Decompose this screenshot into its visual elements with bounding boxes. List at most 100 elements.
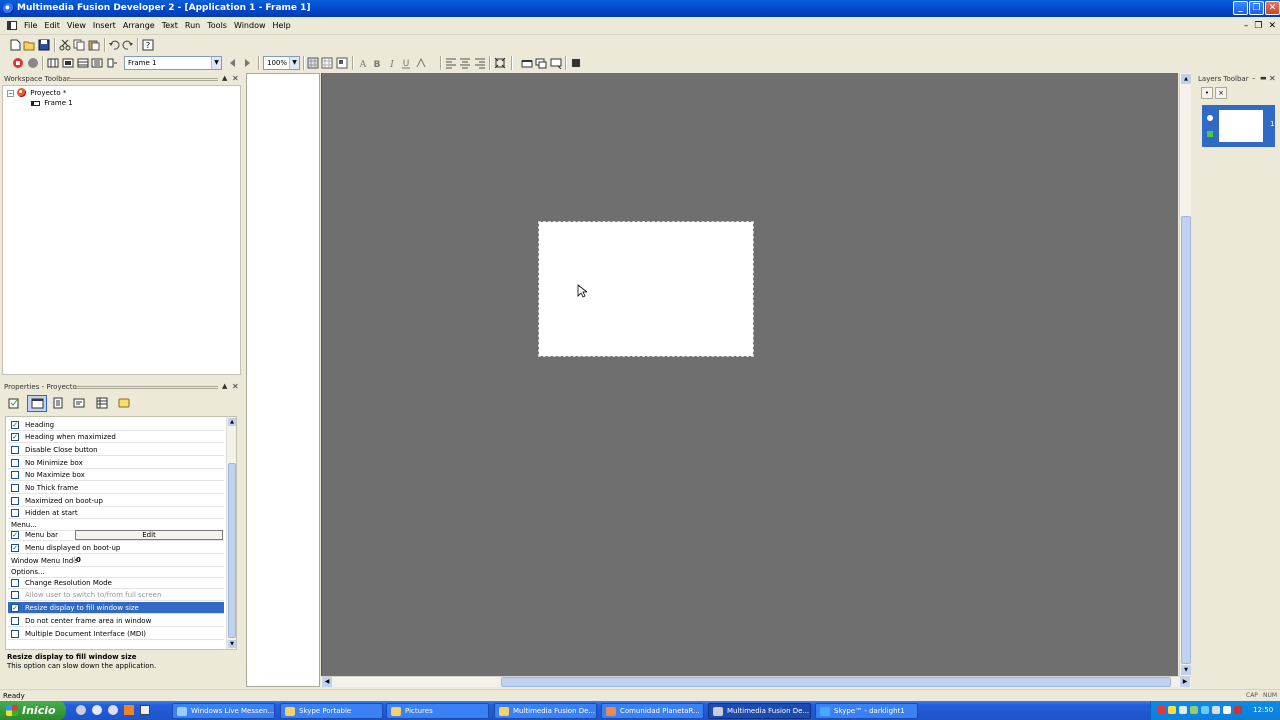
tree-collapse-icon[interactable]: −	[7, 89, 14, 97]
delete-layer-icon[interactable]: ×	[1215, 87, 1227, 99]
property-row[interactable]: Hidden at start	[8, 507, 224, 519]
property-row[interactable]: ✓ Menu displayed on boot-up	[8, 542, 224, 554]
property-row[interactable]: No Minimize box	[8, 457, 224, 469]
property-checkbox[interactable]: ✓	[11, 421, 19, 429]
property-checkbox[interactable]	[11, 471, 19, 479]
menu-window[interactable]: Window	[234, 21, 271, 30]
record-icon[interactable]	[27, 57, 39, 69]
taskbar-button[interactable]: Pictures	[386, 703, 489, 719]
clock[interactable]: 12:50	[1253, 706, 1273, 714]
tray-icon[interactable]	[1234, 706, 1242, 714]
event-list-icon[interactable]	[91, 57, 103, 69]
data-elements-icon[interactable]	[106, 57, 118, 69]
menu-view[interactable]: View	[67, 21, 91, 30]
show-grid-icon[interactable]	[321, 57, 333, 69]
property-checkbox[interactable]	[11, 459, 19, 467]
app-icon[interactable]	[3, 3, 14, 14]
taskbar-button[interactable]: Skype Portable	[280, 703, 383, 719]
property-checkbox[interactable]	[11, 484, 19, 492]
tray-icon[interactable]	[1157, 706, 1165, 714]
frame-select[interactable]: Frame 1 ▼	[124, 56, 222, 70]
property-row[interactable]: Allow user to switch to/from full screen	[8, 589, 224, 601]
scroll-right-icon[interactable]: ▶	[1180, 677, 1190, 687]
property-checkbox[interactable]: ✓	[11, 531, 19, 539]
canvas-vertical-scrollbar[interactable]: ▲ ▼	[1179, 73, 1191, 676]
align-center-icon[interactable]	[459, 57, 471, 69]
previous-frame-icon[interactable]	[227, 57, 239, 69]
next-frame-icon[interactable]	[241, 57, 253, 69]
save-icon[interactable]	[38, 39, 50, 51]
menu-help[interactable]: Help	[273, 21, 296, 30]
panel-maximize-icon[interactable]: ▲	[222, 74, 227, 82]
text-font-icon[interactable]: A	[357, 57, 369, 69]
visibility-eye-icon[interactable]	[1207, 115, 1213, 121]
panel-minimize-icon[interactable]: –	[1252, 74, 1256, 82]
menu-tools[interactable]: Tools	[207, 21, 232, 30]
tray-icon[interactable]	[1201, 706, 1209, 714]
cut-icon[interactable]	[59, 39, 71, 51]
menu-text[interactable]: Text	[162, 21, 183, 30]
frame-area[interactable]	[538, 221, 754, 357]
property-row[interactable]: ✓ Heading when maximized	[8, 431, 224, 443]
to-front-icon[interactable]	[521, 57, 533, 69]
property-checkbox[interactable]	[11, 630, 19, 638]
taskbar-button[interactable]: Comunidad PlanetaR...	[601, 703, 704, 719]
property-value[interactable]: 0	[74, 556, 81, 564]
stop-icon[interactable]	[12, 57, 24, 69]
property-checkbox[interactable]: ✓	[11, 544, 19, 552]
taskbar-button[interactable]: Multimedia Fusion De...	[494, 703, 597, 719]
new-file-icon[interactable]	[9, 39, 21, 51]
desktop-icon[interactable]	[140, 705, 150, 715]
help-icon[interactable]: ?	[142, 39, 154, 51]
move-layer-icon[interactable]	[550, 57, 562, 69]
scroll-thumb[interactable]	[501, 677, 1171, 687]
bold-icon[interactable]: B	[371, 57, 383, 69]
scroll-up-icon[interactable]: ▲	[1181, 74, 1191, 84]
property-checkbox[interactable]: ✓	[11, 604, 19, 612]
property-checkbox[interactable]	[11, 617, 19, 625]
mdi-restore-icon[interactable]: ❐	[1254, 21, 1262, 31]
property-row[interactable]: ✓ Heading	[8, 419, 224, 431]
menu-run[interactable]: Run	[185, 21, 205, 30]
maximize-button[interactable]: ❐	[1249, 1, 1264, 15]
start-button[interactable]: Inicio	[0, 701, 66, 720]
property-checkbox[interactable]	[11, 509, 19, 517]
messenger-icon[interactable]	[76, 705, 86, 715]
layer-item[interactable]: 1	[1202, 105, 1275, 147]
menu-insert[interactable]: Insert	[93, 21, 121, 30]
scroll-down-icon[interactable]: ▼	[228, 640, 236, 648]
panel-maximize-icon[interactable]: ▲	[222, 382, 227, 390]
scroll-up-icon[interactable]: ▲	[228, 418, 236, 426]
align-right-icon[interactable]	[474, 57, 486, 69]
to-back-icon[interactable]	[535, 57, 547, 69]
menu-arrange[interactable]: Arrange	[123, 21, 160, 30]
property-checkbox[interactable]: ✓	[11, 433, 19, 441]
properties-scrollbar[interactable]: ▲ ▼	[226, 417, 236, 649]
canvas-horizontal-scrollbar[interactable]: ◀ ▶	[321, 676, 1191, 687]
property-row[interactable]: Disable Close button	[8, 444, 224, 456]
fit-to-window-icon[interactable]	[494, 57, 506, 69]
panel-close-icon[interactable]: ✕	[1269, 74, 1276, 83]
property-checkbox[interactable]	[11, 446, 19, 454]
stop-square-icon[interactable]	[570, 57, 582, 69]
text-color-icon[interactable]	[415, 57, 427, 69]
chevron-down-icon[interactable]: ▼	[211, 57, 221, 69]
runtime-options-icon[interactable]	[52, 397, 64, 409]
media-icon[interactable]	[108, 705, 118, 715]
volume-icon[interactable]	[1212, 706, 1220, 714]
taskbar-button[interactable]: Multimedia Fusion De...	[708, 703, 811, 719]
property-row[interactable]: Do not center frame area in window	[8, 615, 224, 627]
property-row[interactable]: ✓ Menu bar Edit	[8, 529, 224, 541]
property-row[interactable]: ✓ Resize display to fill window size	[8, 602, 224, 614]
frame-editor-canvas[interactable]	[321, 73, 1178, 676]
zoom-select[interactable]: 100% ▼	[263, 56, 300, 70]
undo-icon[interactable]	[108, 39, 120, 51]
open-folder-icon[interactable]	[23, 39, 35, 51]
values-icon[interactable]	[73, 397, 85, 409]
scroll-thumb[interactable]	[228, 463, 236, 638]
events-icon[interactable]	[96, 397, 108, 409]
add-layer-icon[interactable]: •	[1201, 87, 1213, 99]
taskbar-button[interactable]: Skype™ - darklight1	[815, 703, 918, 719]
panel-maximize-icon[interactable]: ▬	[1260, 74, 1267, 82]
scroll-down-icon[interactable]: ▼	[1181, 665, 1191, 675]
